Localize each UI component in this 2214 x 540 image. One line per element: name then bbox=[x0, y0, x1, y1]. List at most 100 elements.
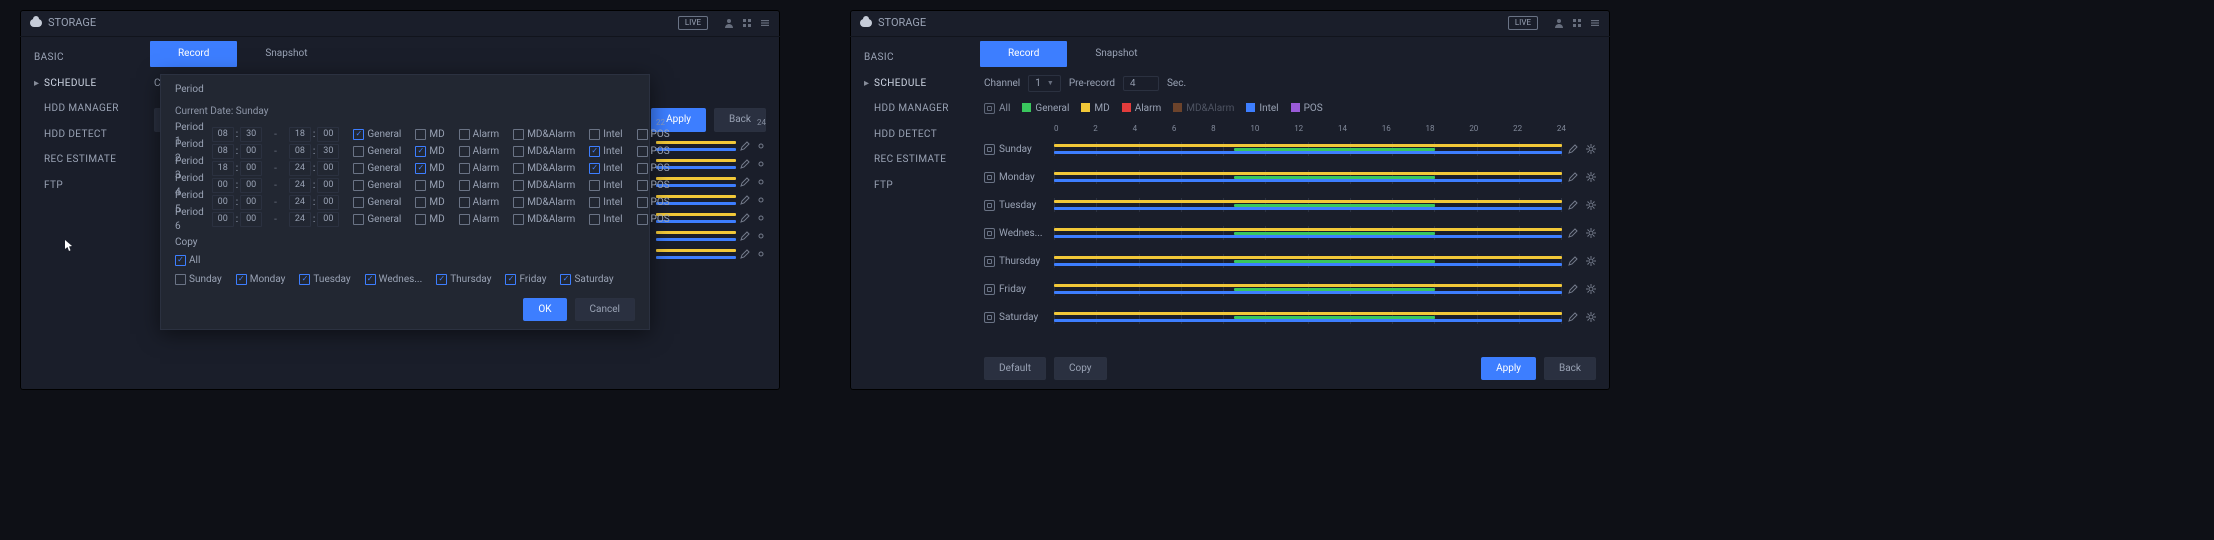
gear-icon[interactable] bbox=[756, 249, 766, 259]
period-intel-checkbox[interactable] bbox=[589, 197, 600, 208]
sidebar-item-hdd-detect[interactable]: HDD DETECT bbox=[20, 122, 140, 148]
period-md-checkbox[interactable] bbox=[415, 214, 426, 225]
gear-icon[interactable] bbox=[1586, 144, 1596, 154]
copy-day-checkbox[interactable] bbox=[236, 274, 247, 285]
period-from-h[interactable]: 00 bbox=[212, 212, 234, 226]
back-button[interactable]: Back bbox=[1544, 357, 1596, 381]
period-md_alarm-checkbox[interactable] bbox=[513, 197, 524, 208]
period-alarm-checkbox[interactable] bbox=[459, 197, 470, 208]
live-badge[interactable]: LIVE bbox=[1508, 16, 1538, 31]
edit-icon[interactable] bbox=[1568, 144, 1578, 154]
edit-icon[interactable] bbox=[1568, 312, 1578, 322]
period-to-m[interactable]: 00 bbox=[317, 195, 339, 209]
period-general-checkbox[interactable] bbox=[353, 214, 364, 225]
legend-all[interactable]: All bbox=[984, 102, 1010, 116]
day-timeline[interactable] bbox=[1054, 226, 1562, 240]
tab-record[interactable]: Record bbox=[150, 41, 237, 67]
tab-snapshot[interactable]: Snapshot bbox=[1067, 41, 1165, 67]
edit-icon[interactable] bbox=[1568, 228, 1578, 238]
day-label[interactable]: Thursday bbox=[984, 255, 1054, 269]
period-pos-checkbox[interactable] bbox=[637, 146, 648, 157]
edit-icon[interactable] bbox=[740, 231, 750, 241]
sidebar-item-rec-estimate[interactable]: REC ESTIMATE bbox=[850, 147, 970, 173]
gear-icon[interactable] bbox=[1586, 200, 1596, 210]
period-from-m[interactable]: 00 bbox=[240, 195, 262, 209]
edit-icon[interactable] bbox=[740, 195, 750, 205]
period-intel-checkbox[interactable] bbox=[589, 214, 600, 225]
period-md_alarm-checkbox[interactable] bbox=[513, 146, 524, 157]
period-general-checkbox[interactable] bbox=[353, 197, 364, 208]
period-alarm-checkbox[interactable] bbox=[459, 214, 470, 225]
edit-icon[interactable] bbox=[740, 141, 750, 151]
day-timeline[interactable] bbox=[1054, 198, 1562, 212]
copy-day-checkbox[interactable] bbox=[436, 274, 447, 285]
period-to-h[interactable]: 24 bbox=[289, 195, 311, 209]
tab-snapshot[interactable]: Snapshot bbox=[237, 41, 335, 67]
gear-icon[interactable] bbox=[1586, 312, 1596, 322]
gear-icon[interactable] bbox=[756, 159, 766, 169]
period-to-m[interactable]: 00 bbox=[317, 127, 339, 141]
period-pos-checkbox[interactable] bbox=[637, 129, 648, 140]
period-to-h[interactable]: 24 bbox=[289, 178, 311, 192]
period-alarm-checkbox[interactable] bbox=[459, 180, 470, 191]
day-label[interactable]: Friday bbox=[984, 283, 1054, 297]
period-md_alarm-checkbox[interactable] bbox=[513, 163, 524, 174]
period-alarm-checkbox[interactable] bbox=[459, 146, 470, 157]
day-timeline[interactable] bbox=[1054, 170, 1562, 184]
day-timeline[interactable] bbox=[1054, 282, 1562, 296]
period-from-m[interactable]: 00 bbox=[240, 144, 262, 158]
copy-button[interactable]: Copy bbox=[1054, 357, 1107, 381]
sidebar-item-ftp[interactable]: FTP bbox=[850, 173, 970, 199]
period-to-m[interactable]: 30 bbox=[317, 144, 339, 158]
day-label[interactable]: Monday bbox=[984, 171, 1054, 185]
day-timeline[interactable] bbox=[1054, 310, 1562, 324]
period-to-m[interactable]: 00 bbox=[317, 161, 339, 175]
default-button[interactable]: Default bbox=[984, 357, 1046, 381]
period-general-checkbox[interactable] bbox=[353, 163, 364, 174]
period-md-checkbox[interactable] bbox=[415, 163, 426, 174]
period-from-m[interactable]: 00 bbox=[240, 212, 262, 226]
copy-all-checkbox[interactable] bbox=[175, 255, 186, 266]
period-from-h[interactable]: 00 bbox=[212, 178, 234, 192]
tab-record[interactable]: Record bbox=[980, 41, 1067, 67]
gear-icon[interactable] bbox=[756, 195, 766, 205]
period-from-m[interactable]: 30 bbox=[240, 127, 262, 141]
period-to-m[interactable]: 00 bbox=[317, 212, 339, 226]
gear-icon[interactable] bbox=[1586, 172, 1596, 182]
period-intel-checkbox[interactable] bbox=[589, 163, 600, 174]
period-general-checkbox[interactable] bbox=[353, 146, 364, 157]
user-icon[interactable] bbox=[1554, 18, 1564, 28]
sidebar-item-ftp[interactable]: FTP bbox=[20, 173, 140, 199]
period-pos-checkbox[interactable] bbox=[637, 214, 648, 225]
period-pos-checkbox[interactable] bbox=[637, 197, 648, 208]
period-from-h[interactable]: 08 bbox=[212, 144, 234, 158]
ok-button[interactable]: OK bbox=[523, 298, 566, 322]
edit-icon[interactable] bbox=[1568, 172, 1578, 182]
period-from-h[interactable]: 00 bbox=[212, 195, 234, 209]
user-icon[interactable] bbox=[724, 18, 734, 28]
period-to-h[interactable]: 24 bbox=[289, 161, 311, 175]
copy-day-checkbox[interactable] bbox=[299, 274, 310, 285]
period-md-checkbox[interactable] bbox=[415, 129, 426, 140]
period-md_alarm-checkbox[interactable] bbox=[513, 129, 524, 140]
day-label[interactable]: Wednes... bbox=[984, 227, 1054, 241]
sidebar-item-basic[interactable]: BASIC bbox=[850, 45, 970, 71]
period-to-h[interactable]: 24 bbox=[289, 212, 311, 226]
gear-icon[interactable] bbox=[756, 177, 766, 187]
period-pos-checkbox[interactable] bbox=[637, 163, 648, 174]
edit-icon[interactable] bbox=[740, 177, 750, 187]
sidebar-item-hdd-detect[interactable]: HDD DETECT bbox=[850, 122, 970, 148]
day-timeline[interactable] bbox=[1054, 142, 1562, 156]
period-md_alarm-checkbox[interactable] bbox=[513, 214, 524, 225]
copy-day-checkbox[interactable] bbox=[365, 274, 376, 285]
period-from-h[interactable]: 08 bbox=[212, 127, 234, 141]
sidebar-item-basic[interactable]: BASIC bbox=[20, 45, 140, 71]
day-label[interactable]: Sunday bbox=[984, 143, 1054, 157]
gear-icon[interactable] bbox=[1586, 228, 1596, 238]
menu-icon[interactable] bbox=[1590, 18, 1600, 28]
period-general-checkbox[interactable] bbox=[353, 180, 364, 191]
sidebar-item-schedule[interactable]: ▸SCHEDULE bbox=[850, 71, 970, 97]
edit-icon[interactable] bbox=[1568, 200, 1578, 210]
edit-icon[interactable] bbox=[1568, 284, 1578, 294]
copy-day-checkbox[interactable] bbox=[505, 274, 516, 285]
